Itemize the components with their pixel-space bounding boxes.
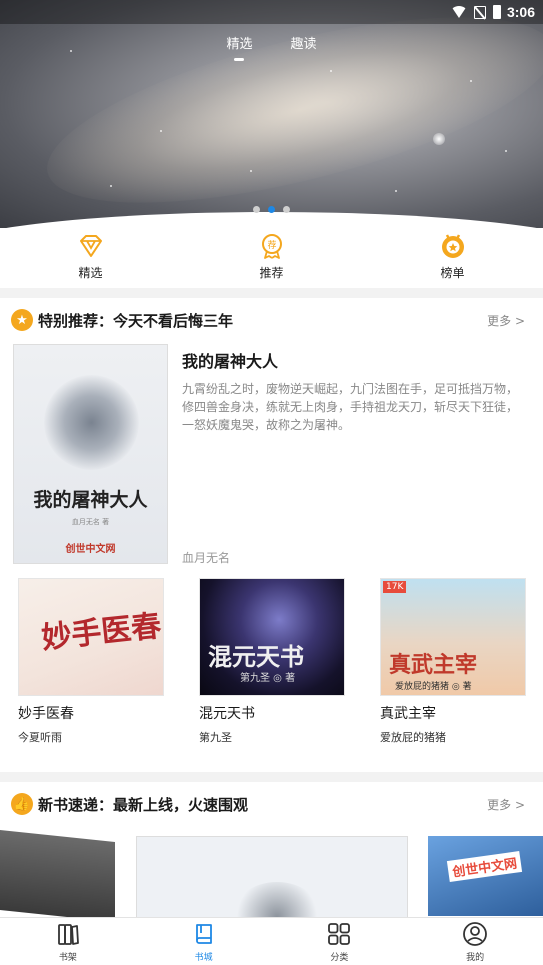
- svg-text:荐: 荐: [267, 240, 276, 251]
- publisher-logo: 创世中文网: [446, 851, 523, 882]
- quick-nav-jingxuan[interactable]: 精选: [31, 228, 151, 288]
- quick-nav-bangdan[interactable]: 榜单: [393, 228, 513, 288]
- tab-label: 分类: [330, 953, 349, 963]
- dragon-ink-art: [232, 882, 322, 917]
- cover-title: 我的屠神大人: [33, 489, 148, 511]
- diamond-icon: [79, 235, 102, 257]
- banner-pager: [0, 206, 543, 213]
- book-title: 妙手医春: [18, 706, 74, 722]
- quick-nav-label: 推荐: [259, 266, 284, 280]
- pager-dot[interactable]: [253, 206, 260, 213]
- section-title: 新书速递：最新上线，火速围观: [38, 795, 249, 814]
- banner-star: [395, 190, 397, 192]
- featured-book-description: 九霄纷乱之时，废物逆天崛起，九门法图在手，足可抵挡万物，修四兽金身决，练就无上肉…: [182, 382, 519, 432]
- grid-icon: [328, 923, 351, 945]
- special-recommend-section: ★ 特别推荐：今天不看后悔三年 更多 > 我的屠神大人 血月无名 著 创世中文网…: [0, 298, 543, 772]
- featured-book-title[interactable]: 我的屠神大人: [182, 348, 278, 372]
- tab-label: 我的: [466, 953, 485, 963]
- book-card[interactable]: 妙手医春 妙手医春 今夏听雨: [18, 578, 164, 745]
- new-book-cover[interactable]: [0, 829, 115, 917]
- thumbs-up-icon: 👍: [11, 793, 33, 815]
- tab-category[interactable]: 分类: [289, 918, 389, 965]
- new-book-cover[interactable]: 创世中文网: [428, 836, 543, 916]
- pager-dot[interactable]: [283, 206, 290, 213]
- dragon-ink-art: [44, 375, 139, 470]
- featured-book-author: 血月无名: [182, 551, 231, 565]
- wifi-icon: [450, 6, 467, 18]
- featured-book[interactable]: 我的屠神大人 血月无名 著 创世中文网 我的屠神大人 九霄纷乱之时，废物逆天崛起…: [0, 342, 543, 574]
- cover-title: 妙手医春: [39, 608, 163, 657]
- top-tabs: 精选 趣读: [0, 33, 543, 61]
- banner-star: [160, 130, 162, 132]
- no-signal-icon: [473, 5, 486, 19]
- book-author: 今夏听雨: [18, 731, 62, 744]
- tab-bookstore[interactable]: 书城: [154, 918, 254, 965]
- status-time: 3:06: [506, 4, 535, 20]
- banner-bright-star: [433, 133, 445, 145]
- cover-title: 真武主宰: [389, 652, 478, 678]
- cover-tag: 17K: [383, 581, 407, 593]
- book-title: 真武主宰: [380, 706, 436, 722]
- bookshelf-icon: [57, 924, 79, 945]
- new-books-section: 👍 新书速递：最新上线，火速围观 更多 > 创世中文网: [0, 782, 543, 917]
- book-cover[interactable]: 混元天书 第九圣 ◎ 著: [199, 578, 345, 696]
- book-card[interactable]: 混元天书 第九圣 ◎ 著 混元天书 第九圣: [199, 578, 345, 745]
- quick-nav-label: 精选: [78, 266, 103, 280]
- quick-nav-tuijian[interactable]: 荐 推荐: [212, 228, 332, 288]
- bottom-tab-bar: 书架 书城 分类 我的: [0, 917, 543, 965]
- book-author: 第九圣: [199, 731, 232, 744]
- cover-author: 第九圣 ◎ 著: [240, 673, 296, 684]
- publisher-logo: 创世中文网: [65, 544, 116, 555]
- new-book-cover[interactable]: [136, 836, 408, 917]
- tab-bookshelf[interactable]: 书架: [18, 918, 118, 965]
- book-card[interactable]: 17K 真武主宰 爱放屁的猪猪 ◎ 著 真武主宰 爱放屁的猪猪: [380, 578, 526, 745]
- book-author: 爱放屁的猪猪: [380, 731, 446, 744]
- book-icon: [195, 924, 212, 944]
- ranking-medal-icon: [441, 234, 464, 258]
- star-icon: ★: [11, 309, 33, 331]
- tab-qudu[interactable]: 趣读: [291, 33, 317, 52]
- pager-dot-active[interactable]: [268, 206, 275, 213]
- banner-star: [110, 185, 112, 187]
- banner-star: [330, 70, 332, 72]
- quick-nav: 精选 荐 推荐 榜单: [0, 228, 543, 288]
- banner-curve: [0, 212, 543, 228]
- banner-star: [470, 80, 472, 82]
- more-link[interactable]: 更多 >: [487, 796, 525, 813]
- tab-mine[interactable]: 我的: [425, 918, 525, 965]
- cover-author: 血月无名 著: [71, 518, 110, 526]
- user-icon: [463, 922, 488, 946]
- cover-title: 混元天书: [208, 642, 304, 671]
- section-title: 特别推荐：今天不看后悔三年: [38, 311, 234, 330]
- status-bar: 3:06: [0, 0, 543, 24]
- book-cover[interactable]: 17K 真武主宰 爱放屁的猪猪 ◎ 著: [380, 578, 526, 696]
- featured-book-cover[interactable]: 我的屠神大人 血月无名 著 创世中文网: [13, 344, 168, 564]
- book-cover[interactable]: 妙手医春: [18, 578, 164, 696]
- banner-star: [250, 170, 252, 172]
- banner-star: [505, 150, 507, 152]
- battery-icon: [492, 5, 501, 19]
- section-header: 👍 新书速递：最新上线，火速围观 更多 >: [0, 782, 543, 826]
- bookstore-screen: 3:06 精选 趣读 精选 荐 推荐 榜单 ★ 特别推荐：今天不看后悔三年 更多…: [0, 0, 543, 965]
- section-header: ★ 特别推荐：今天不看后悔三年 更多 >: [0, 298, 543, 342]
- more-link[interactable]: 更多 >: [487, 312, 525, 329]
- tab-label: 书架: [58, 953, 77, 963]
- quick-nav-label: 榜单: [440, 266, 465, 280]
- book-title: 混元天书: [199, 706, 255, 722]
- tab-jingxuan[interactable]: 精选: [226, 33, 253, 61]
- book-row: 妙手医春 妙手医春 今夏听雨 混元天书 第九圣 ◎ 著 混元天书 第九圣 17K…: [0, 576, 543, 766]
- recommend-badge-icon: 荐: [261, 234, 282, 259]
- cover-author: 爱放屁的猪猪 ◎ 著: [395, 682, 472, 692]
- tab-label: 书城: [194, 953, 213, 963]
